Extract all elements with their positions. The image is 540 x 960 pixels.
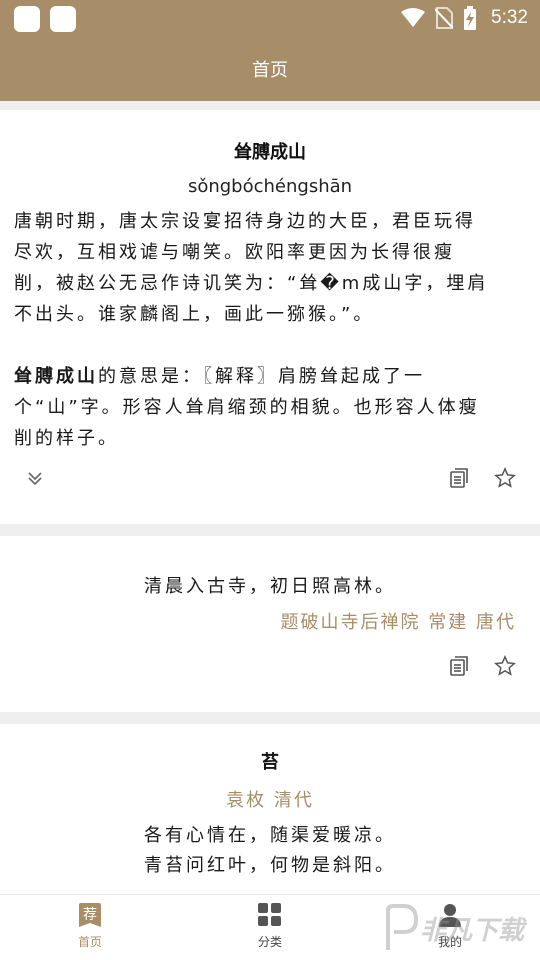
poem-source[interactable]: 题破山寺后禅院 常建 唐代 xyxy=(281,608,516,634)
watermark-text: 非凡下载 xyxy=(420,915,525,946)
poem-title: 苔 xyxy=(261,752,279,773)
star-icon[interactable] xyxy=(492,653,518,679)
story-line: 尽欢，互相戏谑与嘲笑。欧阳率更因为长得很瘦 xyxy=(14,242,455,263)
nav-home-label: 首页 xyxy=(77,935,102,949)
story-line: 削，被赵公无忌作诗讥笑为：“耸�m成山字，埋肩 xyxy=(14,273,489,294)
home-recommend-icon: 荐 xyxy=(79,903,101,927)
poem-line: 清晨入古寺，初日照高林。 xyxy=(144,576,396,597)
meaning-line: 个“山”字。形容人耸肩缩颈的相貌。也形容人体瘦 xyxy=(14,397,480,418)
meaning-line: 耸膊成山的意思是：〖解释〗肩膀耸起成了一 xyxy=(14,361,526,392)
story-line: 不出头。谁家麟阁上，画此一猕猴。”。 xyxy=(14,304,375,325)
page-title: 首页 xyxy=(252,60,288,81)
home-badge-text: 荐 xyxy=(83,907,97,923)
poem-line: 各有心情在，随渠爱暖凉。 xyxy=(144,825,396,846)
copy-icon[interactable] xyxy=(446,465,472,491)
meaning-term: 耸膊成山 xyxy=(14,366,98,387)
watermark-logo: 非凡下载 xyxy=(380,900,540,956)
notification-icon xyxy=(50,6,76,32)
wifi-icon xyxy=(401,8,426,27)
copy-icon[interactable] xyxy=(446,653,472,679)
poem-card[interactable]: 苔 袁枚 清代 各有心情在，随渠爱暖凉。 青苔问红叶，何物是斜阳。 xyxy=(0,724,540,894)
meaning-line: 削的样子。 xyxy=(14,428,119,449)
meaning-text: 的意思是：〖解释〗肩膀耸起成了一 xyxy=(98,366,425,387)
notification-icon xyxy=(14,6,40,32)
idiom-pinyin: sǒngbóchéngshān xyxy=(187,176,353,197)
status-time: 5:32 xyxy=(491,7,528,28)
idiom-title: 耸膊成山 xyxy=(234,142,306,163)
nav-home[interactable]: 荐 首页 xyxy=(50,903,130,950)
story-line: 唐朝时期，唐太宗设宴招待身边的大臣，君臣玩得 xyxy=(14,211,476,232)
nav-category-label: 分类 xyxy=(257,935,282,949)
app-header: 5:32 首页 xyxy=(0,0,540,101)
content-feed[interactable]: 耸膊成山 sǒngbóchéngshān 唐朝时期，唐太宗设宴招待身边的大臣，君… xyxy=(0,101,540,894)
poem-card[interactable]: 清晨入古寺，初日照高林。 题破山寺后禅院 常建 唐代 xyxy=(0,536,540,712)
expand-chevron-icon[interactable] xyxy=(22,465,48,491)
star-icon[interactable] xyxy=(492,465,518,491)
idiom-card[interactable]: 耸膊成山 sǒngbóchéngshān 唐朝时期，唐太宗设宴招待身边的大臣，君… xyxy=(0,110,540,524)
category-grid-icon xyxy=(258,903,281,926)
idiom-meaning: 耸膊成山的意思是：〖解释〗肩膀耸起成了一 个“山”字。形容人耸肩缩颈的相貌。也形… xyxy=(14,361,526,454)
poem-author[interactable]: 袁枚 清代 xyxy=(0,786,540,812)
nav-category[interactable]: 分类 xyxy=(230,903,310,950)
poem-line: 青苔问红叶，何物是斜阳。 xyxy=(144,855,396,876)
battery-charging-icon xyxy=(464,6,477,30)
status-bar: 5:32 xyxy=(0,0,540,36)
no-sim-icon xyxy=(435,7,454,29)
idiom-story: 唐朝时期，唐太宗设宴招待身边的大臣，君臣玩得 尽欢，互相戏谑与嘲笑。欧阳率更因为… xyxy=(14,206,526,330)
